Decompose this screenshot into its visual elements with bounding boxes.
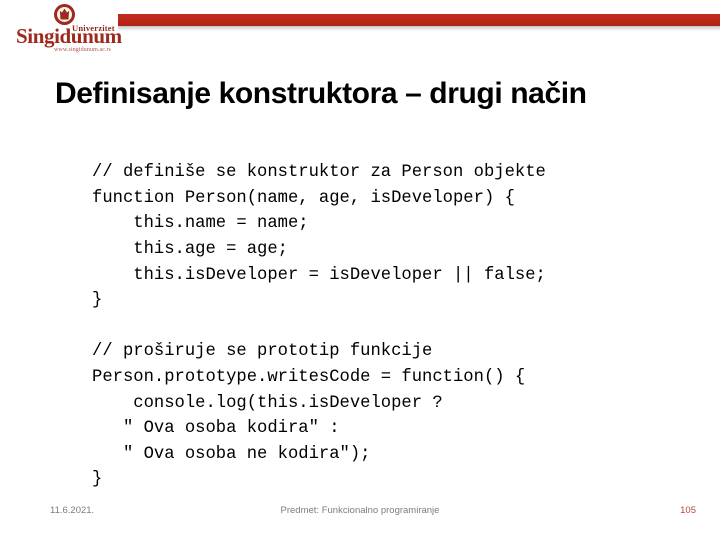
university-logo: Univerzitet Singidunum www.singidunum.ac… [16, 4, 122, 54]
header-accent-bar [118, 14, 720, 26]
logo-wordmark-text: Singidunum [16, 24, 122, 48]
crest-icon [54, 4, 75, 25]
header-accent-bar-shadow [118, 26, 720, 31]
logo-url-text: www.singidunum.ac.rs [54, 47, 112, 53]
code-block: // definiše se konstruktor za Person obj… [92, 163, 546, 490]
footer-subject: Predmet: Funkcionalno programiranje [280, 505, 440, 516]
slide-footer: 11.6.2021. Predmet: Funkcionalno program… [0, 505, 720, 527]
page-title: Definisanje konstruktora – drugi način [55, 77, 587, 111]
slide-header: Univerzitet Singidunum www.singidunum.ac… [0, 0, 720, 58]
footer-page-number: 105 [680, 505, 696, 516]
